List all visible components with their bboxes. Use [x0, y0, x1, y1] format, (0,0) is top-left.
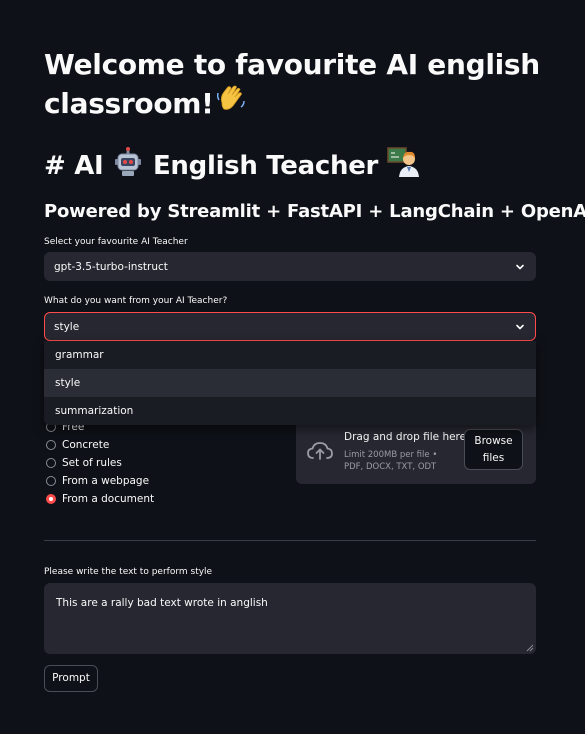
radio-option-set-of-rules[interactable]: Set of rules — [44, 455, 244, 473]
radio-dot — [46, 458, 56, 468]
browse-label-2: files — [482, 452, 505, 464]
browse-label-1: Browse — [474, 435, 513, 447]
radio-option-from-a-webpage[interactable]: From a webpage — [44, 473, 244, 491]
text-input-area[interactable]: This are a rally bad text wrote in angli… — [44, 583, 536, 654]
app-page: Welcome to favourite AI english classroo… — [0, 0, 585, 734]
chevron-down-icon — [516, 264, 524, 270]
radio-label: Concrete — [62, 439, 110, 451]
radio-label: Set of rules — [62, 457, 122, 469]
radio-label: From a document — [62, 493, 155, 505]
radio-dot-selected — [46, 494, 56, 504]
prompt-button[interactable]: Prompt — [44, 665, 98, 692]
task-select-dropdown: grammar style summarization — [44, 341, 536, 425]
teacher-select[interactable]: gpt-3.5-turbo-instruct — [44, 252, 536, 281]
text-input-value: This are a rally bad text wrote in angli… — [56, 597, 268, 609]
dropdown-option-style[interactable]: style — [44, 369, 536, 397]
radio-dot — [46, 440, 56, 450]
title-prefix: # AI — [44, 151, 104, 181]
teacher-icon — [387, 146, 421, 187]
browse-files-button[interactable]: Browse files — [464, 429, 523, 470]
welcome-line-2-text: classroom! — [44, 87, 214, 120]
page-title: # AI English Teacher — [44, 146, 544, 187]
welcome-line-2: classroom! — [44, 83, 544, 126]
task-select-label: What do you want from your AI Teacher? — [44, 296, 228, 306]
text-input-label: Please write the text to perform style — [44, 567, 213, 577]
teacher-select-value: gpt-3.5-turbo-instruct — [54, 261, 168, 273]
cloud-upload-icon — [307, 442, 333, 460]
uploader-limit-text: Limit 200MB per file • PDF, DOCX, TXT, O… — [344, 450, 438, 472]
welcome-line-1: Welcome to favourite AI english — [44, 48, 540, 81]
uploader-drag-text: Drag and drop file here — [344, 431, 467, 443]
task-select-value: style — [54, 321, 80, 333]
dropdown-option-grammar[interactable]: grammar — [44, 341, 536, 369]
waving-hand-icon — [214, 83, 248, 126]
chevron-down-icon — [516, 324, 524, 330]
task-select[interactable]: style — [44, 312, 536, 341]
divider — [44, 540, 536, 541]
robot-icon — [112, 146, 144, 187]
teacher-select-label: Select your favourite AI Teacher — [44, 237, 188, 247]
title-suffix: English Teacher — [152, 151, 379, 181]
radio-option-from-a-document[interactable]: From a document — [44, 491, 244, 509]
radio-label: From a webpage — [62, 475, 150, 487]
dropdown-option-summarization[interactable]: summarization — [44, 397, 536, 425]
subtitle: Powered by Streamlit + FastAPI + LangCha… — [44, 201, 585, 222]
resize-grip-icon[interactable] — [526, 644, 534, 652]
welcome-heading: Welcome to favourite AI english classroo… — [44, 46, 544, 126]
radio-dot — [46, 476, 56, 486]
radio-option-concrete[interactable]: Concrete — [44, 437, 244, 455]
